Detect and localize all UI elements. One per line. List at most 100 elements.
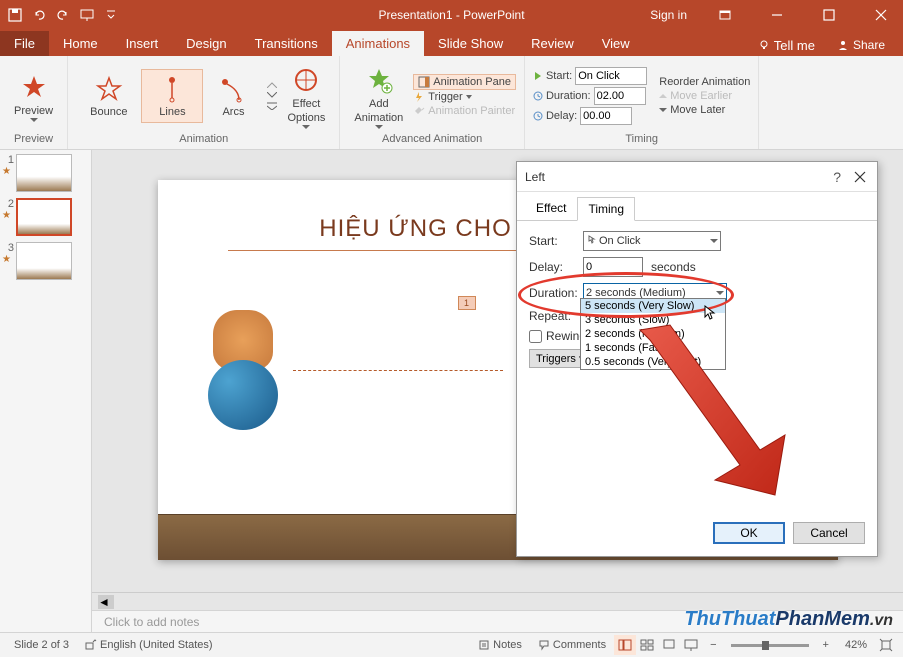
zoom-slider[interactable] <box>731 644 809 647</box>
language-indicator[interactable]: English (United States) <box>77 639 221 651</box>
group-timing-label: Timing <box>625 131 658 145</box>
animation-bounce[interactable]: Bounce <box>76 70 141 122</box>
chevron-up-icon <box>659 92 667 100</box>
dialog-tab-effect[interactable]: Effect <box>525 196 577 220</box>
ball-icon <box>208 360 278 430</box>
tab-animations[interactable]: Animations <box>332 31 424 56</box>
ribbon-display-icon[interactable] <box>703 0 747 29</box>
window-title: Presentation1 - PowerPoint <box>378 8 524 22</box>
animation-painter-button[interactable]: Animation Painter <box>413 104 516 118</box>
tell-me[interactable]: Tell me <box>746 38 827 53</box>
dialog-tab-timing[interactable]: Timing <box>577 197 635 221</box>
reading-view-icon[interactable] <box>658 635 680 655</box>
animation-arcs[interactable]: Arcs <box>203 70 263 122</box>
slideshow-view-icon[interactable] <box>680 635 702 655</box>
trigger-button[interactable]: Trigger <box>413 90 516 104</box>
move-later-label: Move Later <box>670 104 725 116</box>
group-timing: Start: Duration: Delay: Reorder Animatio… <box>525 56 759 149</box>
share-button[interactable]: Share <box>827 34 895 56</box>
thumb-2[interactable]: 2 ★ <box>2 198 89 236</box>
duration-option-05s[interactable]: 0.5 seconds (Very Fast) <box>581 355 725 369</box>
move-earlier-button[interactable]: Move Earlier <box>659 89 750 103</box>
group-preview: Preview Preview <box>0 56 68 149</box>
tab-file[interactable]: File <box>0 31 49 56</box>
tab-home[interactable]: Home <box>49 31 112 56</box>
trigger-label: Trigger <box>428 91 462 103</box>
delay-spinner[interactable] <box>580 107 632 125</box>
redo-icon[interactable] <box>54 6 72 24</box>
undo-icon[interactable] <box>30 6 48 24</box>
maximize-icon[interactable] <box>807 0 851 29</box>
spellcheck-icon <box>85 639 97 651</box>
add-animation-button[interactable]: Add Animation <box>348 60 409 130</box>
timing-start-row: Start: <box>533 66 647 86</box>
dialog-start-combo[interactable]: On Click <box>583 231 721 251</box>
rewind-checkbox[interactable] <box>529 330 542 343</box>
tab-insert[interactable]: Insert <box>112 31 173 56</box>
close-icon[interactable] <box>859 0 903 29</box>
tab-review[interactable]: Review <box>517 31 588 56</box>
minimize-icon[interactable] <box>755 0 799 29</box>
chevron-down-icon <box>659 106 667 114</box>
preview-button[interactable]: Preview <box>8 67 59 124</box>
dialog-close-icon[interactable] <box>851 168 869 186</box>
slideshow-from-start-icon[interactable] <box>78 6 96 24</box>
scroll-left-icon[interactable]: ◄ <box>98 595 114 609</box>
shape-monkey-ball-1[interactable] <box>198 310 288 430</box>
animation-number-badge[interactable]: 1 <box>458 296 476 310</box>
animation-pane-button[interactable]: Animation Pane <box>413 74 516 90</box>
duration-option-1s[interactable]: 1 seconds (Fast) <box>581 341 725 355</box>
zoom-slider-thumb[interactable] <box>762 641 769 650</box>
chevron-down-icon <box>30 118 38 122</box>
dialog-title: Left <box>525 170 545 184</box>
tab-slideshow[interactable]: Slide Show <box>424 31 517 56</box>
normal-view-icon[interactable] <box>614 635 636 655</box>
notes-button[interactable]: Notes <box>470 639 530 651</box>
dialog-delay-spinner[interactable] <box>583 257 643 277</box>
effect-options-label: Effect Options <box>287 98 325 124</box>
tab-transitions[interactable]: Transitions <box>241 31 332 56</box>
tab-view[interactable]: View <box>588 31 644 56</box>
zoom-level[interactable]: 42% <box>837 639 875 651</box>
arcs-label: Arcs <box>222 106 244 118</box>
cursor-icon <box>704 305 720 321</box>
dialog-titlebar[interactable]: Left ? <box>517 162 877 192</box>
slide-sorter-icon[interactable] <box>636 635 658 655</box>
zoom-out-icon[interactable]: − <box>702 639 724 651</box>
motion-path-line[interactable] <box>293 370 503 371</box>
help-icon[interactable]: ? <box>833 169 841 185</box>
dialog-buttons: OK Cancel <box>713 522 865 544</box>
move-later-button[interactable]: Move Later <box>659 103 750 117</box>
star-icon: ★ <box>2 254 16 265</box>
wm-a: ThuThuat <box>684 608 775 630</box>
ok-button[interactable]: OK <box>713 522 785 544</box>
cancel-button[interactable]: Cancel <box>793 522 865 544</box>
bounce-icon <box>93 74 125 106</box>
effect-options-button[interactable]: Effect Options <box>281 60 331 130</box>
animation-gallery-more[interactable] <box>263 82 281 110</box>
zoom-in-icon[interactable]: + <box>815 639 837 651</box>
group-advanced-label: Advanced Animation <box>382 131 482 145</box>
timing-delay-row: Delay: <box>533 106 647 126</box>
duration-option-2s[interactable]: 2 seconds (Medium) <box>581 327 725 341</box>
fit-to-window-icon[interactable] <box>875 635 897 655</box>
thumb-3[interactable]: 3 ★ <box>2 242 89 280</box>
save-icon[interactable] <box>6 6 24 24</box>
animation-lines[interactable]: Lines <box>141 69 203 123</box>
start-value: On Click <box>599 235 641 247</box>
sign-in-link[interactable]: Sign in <box>642 8 695 22</box>
pane-icon <box>418 76 430 88</box>
duration-spinner[interactable] <box>594 87 646 105</box>
thumb-1[interactable]: 1 ★ <box>2 154 89 192</box>
comments-label: Comments <box>553 639 606 651</box>
group-animation: Bounce Lines Arcs Effect Options Animati… <box>68 56 340 149</box>
qat-dropdown-icon[interactable] <box>102 6 120 24</box>
notes-label: Notes <box>493 639 522 651</box>
tab-design[interactable]: Design <box>172 31 240 56</box>
delay-label: Delay: <box>546 110 577 122</box>
comments-button[interactable]: Comments <box>530 639 614 651</box>
slide-indicator[interactable]: Slide 2 of 3 <box>6 639 77 651</box>
star-plus-icon <box>363 62 395 98</box>
thumb-image <box>16 242 72 280</box>
start-combo[interactable] <box>575 67 647 85</box>
